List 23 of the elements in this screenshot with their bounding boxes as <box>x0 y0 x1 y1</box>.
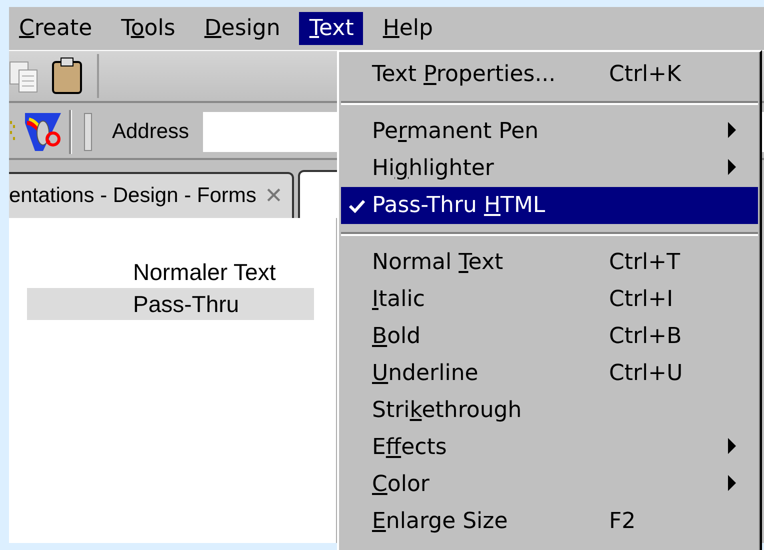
menu-item[interactable]: Permanent Pen <box>341 113 758 150</box>
rocket-icon[interactable] <box>25 113 61 151</box>
menu-bar-item[interactable]: Create <box>9 12 102 45</box>
clipboard-icon[interactable] <box>51 57 83 95</box>
menu-item[interactable]: Highlighter <box>341 150 758 187</box>
menu-item[interactable]: Normal Text Ctrl+T <box>341 244 758 281</box>
pass-thru-text: Pass-Thru <box>27 288 314 320</box>
document-tab[interactable]: entations - Design - Forms ✕ <box>9 172 294 218</box>
menu-item[interactable]: Strikethrough <box>341 392 758 429</box>
menu-item[interactable]: Bold Ctrl+B <box>341 318 758 355</box>
menu-item[interactable]: Pass-Thru HTML <box>341 187 758 224</box>
address-label: Address <box>112 120 190 144</box>
editor-text: Normaler Text <box>132 258 277 287</box>
menu-item[interactable]: Underline Ctrl+U <box>341 355 758 392</box>
menu-item[interactable]: Enlarge Size F2 <box>341 503 758 540</box>
menu-bar-item[interactable]: Design <box>194 12 290 45</box>
menu-item[interactable]: Color <box>341 466 758 503</box>
menu-bar-item[interactable]: Text <box>299 12 363 45</box>
menu-bar-item[interactable]: Help <box>372 12 442 45</box>
menu-bar-item[interactable]: Tools <box>111 12 184 45</box>
menu-item[interactable]: Italic Ctrl+I <box>341 281 758 318</box>
toolbar-grip[interactable] <box>84 113 92 151</box>
menu-item[interactable]: Effects <box>341 429 758 466</box>
